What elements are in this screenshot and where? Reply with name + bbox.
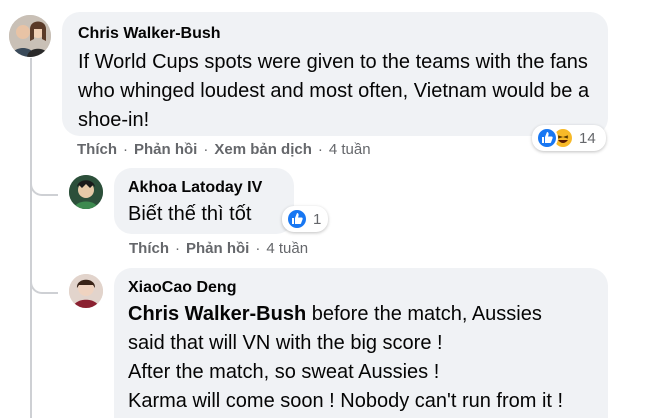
separator: ·	[255, 240, 261, 257]
separator: ·	[317, 141, 323, 158]
comment-bubble: Chris Walker-Bush If World Cups spots we…	[62, 12, 608, 136]
mention-link[interactable]: Chris Walker-Bush	[128, 303, 306, 325]
timestamp-link[interactable]: 4 tuần	[266, 240, 308, 257]
like-icon	[536, 127, 558, 149]
comment-author[interactable]: XiaoCao Deng	[128, 278, 594, 298]
thread-branch	[30, 176, 58, 196]
comment-text-line: Karma will come soon ! Nobody can't run …	[128, 390, 564, 412]
thread-branch	[30, 274, 58, 294]
separator: ·	[175, 240, 180, 257]
like-link[interactable]: Thích	[129, 240, 169, 257]
like-link[interactable]: Thích	[77, 141, 117, 158]
comment-actions: Thích · Phản hồi · 4 tuần	[129, 240, 308, 257]
avatar[interactable]	[69, 175, 103, 209]
separator: ·	[203, 141, 209, 158]
thread-line	[30, 58, 32, 418]
reaction-count: 1	[313, 210, 322, 228]
timestamp-link[interactable]: 4 tuần	[329, 141, 371, 158]
comment-text-line: said that will VN with the big score !	[128, 332, 443, 354]
comment-text-line: After the match, so sweat Aussies !	[128, 361, 440, 383]
comment-author[interactable]: Akhoa Latoday IV	[128, 178, 280, 198]
comment-author[interactable]: Chris Walker-Bush	[78, 24, 592, 44]
comment-actions: Thích · Phản hồi · Xem bản dịch · 4 tuần	[77, 141, 371, 158]
like-icon	[286, 208, 308, 230]
comment-text: Biết thế thì tốt	[128, 203, 252, 225]
comment-text: If World Cups spots were given to the te…	[78, 51, 590, 131]
reaction-count: 14	[579, 129, 596, 147]
avatar[interactable]	[9, 15, 51, 57]
separator: ·	[123, 141, 128, 158]
reply-link[interactable]: Phản hồi	[134, 141, 197, 158]
translate-link[interactable]: Xem bản dịch	[214, 141, 312, 158]
reply-link[interactable]: Phản hồi	[186, 240, 249, 257]
comment-bubble: Akhoa Latoday IV Biết thế thì tốt	[114, 168, 294, 234]
comment-text: Chris Walker-Bush before the match, Auss…	[128, 300, 594, 329]
reaction-summary[interactable]: 1	[282, 206, 328, 232]
comment-text-line: before the match, Aussies	[306, 303, 542, 325]
avatar[interactable]	[69, 274, 103, 308]
reaction-summary[interactable]: 14	[532, 125, 606, 151]
comment-bubble: XiaoCao Deng Chris Walker-Bush before th…	[114, 268, 608, 418]
